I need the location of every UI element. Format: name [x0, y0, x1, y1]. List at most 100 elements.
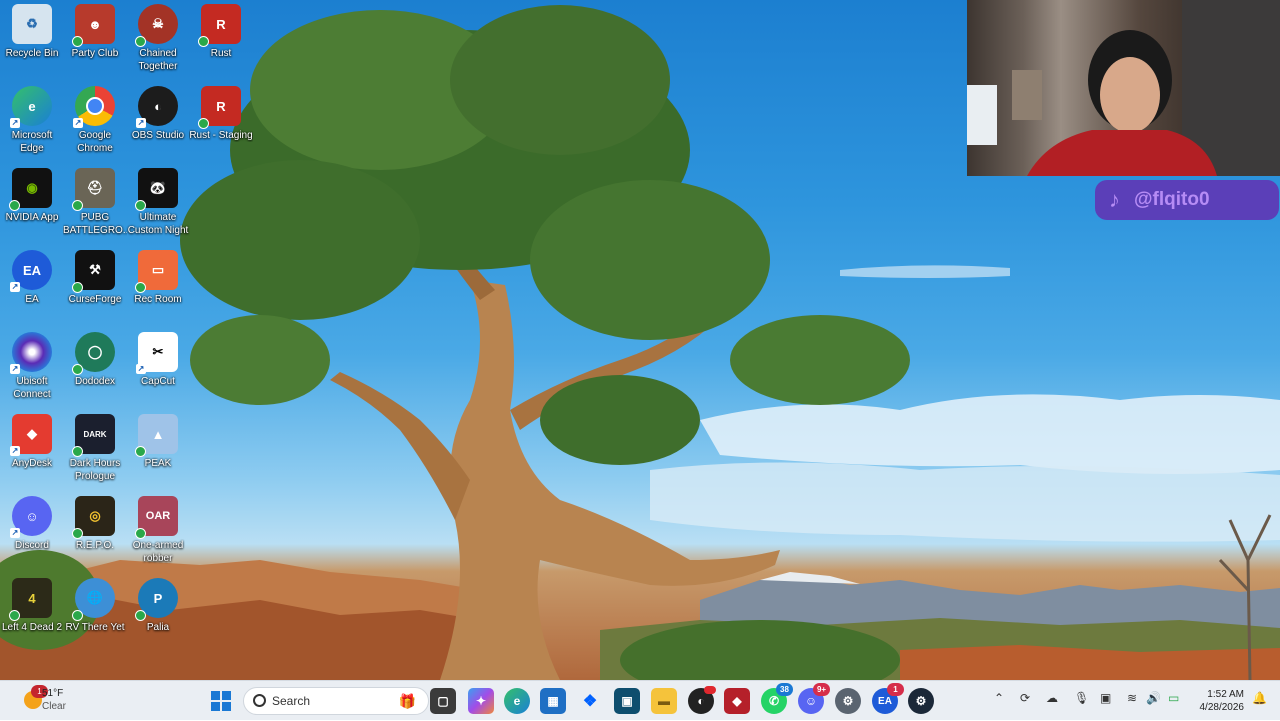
desktop-icon-ea[interactable]: EA ↗ EA [0, 246, 64, 306]
taskbar-ea[interactable]: EA 1 [872, 683, 904, 714]
one-armed-robber-icon: OAR [135, 496, 178, 539]
recycle-bin-icon: ♻ [12, 4, 52, 44]
taskbar-dropbox[interactable]: ❖ [577, 688, 603, 714]
desktop-icon-recycle-bin[interactable]: ♻ Recycle Bin [0, 0, 64, 60]
dododex-icon: ◯ [72, 332, 115, 375]
desktop-icon-label: CurseForge [68, 294, 122, 305]
desktop-icon-one-armed-robber[interactable]: OAR One-armed robber [126, 492, 190, 565]
taskbar-search-box[interactable]: Search 🎁 [243, 687, 429, 715]
desktop-icon-rust-staging[interactable]: R Rust - Staging [189, 82, 253, 142]
desktop-icon-rec-room[interactable]: ▭ Rec Room [126, 246, 190, 306]
desktop-icon-anydesk[interactable]: ◆ ↗ AnyDesk [0, 410, 64, 470]
windows-icon [211, 691, 231, 711]
desktop-icon-ultimate-custom-night[interactable]: 🐼 Ultimate Custom Night [126, 164, 190, 237]
steam-icon: ⚙ [915, 694, 927, 708]
desktop-icon-label: Discord [15, 540, 49, 551]
weather-condition: Clear [42, 701, 66, 712]
rust-staging-icon: R [198, 86, 241, 129]
edge-icon: e [513, 694, 521, 708]
taskbar-microsoft-store[interactable]: ▦ [540, 688, 566, 714]
desktop-icon-label: Dododex [74, 376, 116, 387]
chevron-up-icon[interactable]: ⌃ [994, 691, 1004, 705]
taskbar-settings[interactable]: ⚙ [835, 688, 861, 714]
webcam-feed [967, 0, 1280, 176]
task-view-icon: ▢ [437, 694, 449, 708]
recording-dot [704, 686, 716, 694]
taskbar-steam[interactable]: ⚙ [908, 688, 934, 714]
desktop-icon-label: Ultimate Custom Night [127, 212, 189, 236]
desktop-icon-label: NVIDIA App [5, 212, 59, 223]
volume-icon[interactable]: 🔊 [1146, 691, 1161, 705]
wifi-icon[interactable]: ≋ [1127, 691, 1137, 705]
taskbar-whatsapp[interactable]: ✆ 38 [761, 683, 793, 714]
desktop-icon-chained-together[interactable]: ☠ Chained Together [126, 0, 190, 73]
taskbar-app-cyan[interactable]: ▣ [614, 688, 640, 714]
copilot-button[interactable]: ✦ [468, 688, 494, 714]
webcam-overlay [967, 0, 1280, 176]
search-placeholder: Search [272, 694, 311, 708]
search-highlight-icon: 🎁 [398, 693, 416, 709]
desktop-icon-repo[interactable]: ◎ R.E.P.O. [63, 492, 127, 552]
desktop-icon-party-club[interactable]: ☻ Party Club [63, 0, 127, 60]
desktop-icon-rust[interactable]: R Rust [189, 0, 253, 60]
weather-widget[interactable]: 1 51°F Clear [20, 681, 110, 721]
desktop-icon-label: Party Club [71, 48, 119, 59]
ucn-icon: 🐼 [135, 168, 178, 211]
desktop-icon-label: OBS Studio [131, 130, 185, 141]
desktop-icon-label: One-armed robber [132, 540, 184, 564]
tray-app-icon[interactable]: ▣ [1100, 691, 1111, 705]
task-view-button[interactable]: ▢ [430, 688, 456, 714]
ea-icon: EA [878, 695, 892, 707]
desktop-icon-nvidia-app[interactable]: ◉ NVIDIA App [0, 164, 64, 224]
ea-badge: 1 [887, 683, 904, 696]
desktop-icon-label: R.E.P.O. [75, 540, 115, 551]
discord-icon: ☺ ↗ [10, 496, 52, 538]
taskbar-clock[interactable]: 1:52 AM 4/28/2026 [1200, 688, 1245, 714]
desktop-icon-label: PUBG BATTLEGRO... [63, 212, 127, 236]
desktop-icon-peak[interactable]: ▲ PEAK [126, 410, 190, 470]
desktop-icon-dark-hours[interactable]: DARK Dark Hours Prologue [63, 410, 127, 483]
taskbar-discord[interactable]: ☺ 9+ [798, 683, 830, 714]
curseforge-icon: ⚒ [72, 250, 115, 293]
desktop-icon-left-4-dead-2[interactable]: 4 Left 4 Dead 2 [0, 574, 64, 634]
whatsapp-badge: 38 [776, 683, 793, 696]
desktop-icon-label: Rec Room [134, 294, 182, 305]
desktop-icon-capcut[interactable]: ✂ ↗ CapCut [126, 328, 190, 388]
microphone-icon[interactable]: 🎙 [1074, 691, 1089, 705]
dark-hours-icon: DARK [72, 414, 115, 457]
dropbox-icon: ❖ [582, 693, 598, 710]
desktop-icon-rv-there-yet[interactable]: 🌐 RV There Yet [63, 574, 127, 634]
taskbar-edge[interactable]: e [504, 688, 530, 714]
start-button[interactable] [208, 688, 234, 714]
edge-icon: e ↗ [10, 86, 52, 128]
desktop-icon-curseforge[interactable]: ⚒ CurseForge [63, 246, 127, 306]
taskbar: 1 51°F Clear Search 🎁 ▢ ✦ e ▦ ❖ ▣ ▬ ◐ ◆ … [0, 680, 1280, 720]
capcut-icon: ✂ ↗ [136, 332, 178, 374]
desktop-icon-label: AnyDesk [11, 458, 52, 469]
anydesk-icon: ◆ ↗ [10, 414, 52, 456]
taskbar-file-explorer[interactable]: ▬ [651, 688, 677, 714]
taskbar-obs[interactable]: ◐ [688, 686, 716, 714]
rec-room-icon: ▭ [135, 250, 178, 293]
folder-icon: ▬ [658, 694, 670, 708]
desktop-icon-palia[interactable]: P Palia [126, 574, 190, 634]
desktop-icon-pubg[interactable]: ⛑ PUBG BATTLEGRO... [63, 164, 127, 237]
palia-icon: P [135, 578, 178, 621]
desktop-icon-ubisoft-connect[interactable]: ↗ Ubisoft Connect [0, 328, 64, 401]
tiktok-icon: ♪ [1109, 187, 1120, 212]
desktop-icon-microsoft-edge[interactable]: e ↗ Microsoft Edge [0, 82, 64, 155]
sync-icon[interactable]: ⟳ [1020, 691, 1030, 705]
desktop-icon-dododex[interactable]: ◯ Dododex [63, 328, 127, 388]
desktop-icon-label: PEAK [144, 458, 172, 469]
desktop-icon-obs-studio[interactable]: ◐ ↗ OBS Studio [126, 82, 190, 142]
desktop-icon-google-chrome[interactable]: ↗ Google Chrome [63, 82, 127, 155]
desktop-icon-discord[interactable]: ☺ ↗ Discord [0, 492, 64, 552]
copilot-icon: ✦ [475, 694, 487, 708]
tiktok-handle: @flqito0 [1134, 189, 1210, 210]
battery-icon[interactable]: ▭ [1168, 691, 1179, 705]
whatsapp-icon: ✆ [768, 694, 780, 708]
desktop-icon-label: EA [25, 294, 39, 305]
notification-bell-icon[interactable]: 🔔 [1252, 691, 1267, 705]
cloud-icon[interactable]: ☁ [1046, 691, 1058, 705]
taskbar-app-red[interactable]: ◆ [724, 688, 750, 714]
